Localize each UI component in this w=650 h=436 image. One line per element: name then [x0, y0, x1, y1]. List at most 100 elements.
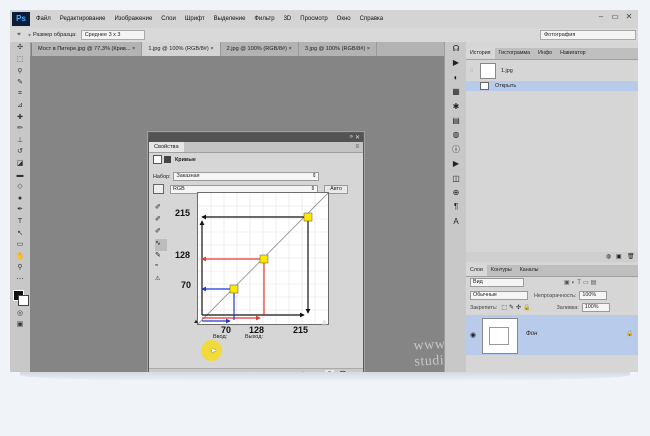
collapse-icon[interactable]: »: [350, 134, 353, 140]
dropdown-arrow-icon[interactable]: ▾: [28, 32, 31, 39]
stamp-tool-icon[interactable]: ⊥: [10, 135, 30, 147]
color-panel-icon[interactable]: ◍: [445, 128, 467, 142]
tab-close-icon[interactable]: ×: [210, 46, 213, 52]
toggle-visibility-icon[interactable]: ◎: [311, 371, 316, 372]
tab-close-icon[interactable]: ×: [289, 46, 292, 52]
type-tool-icon[interactable]: T: [10, 216, 30, 228]
opacity-field[interactable]: 100%: [579, 291, 608, 300]
gradient-tool-icon[interactable]: ▬: [10, 170, 30, 182]
eraser-tool-icon[interactable]: ◪: [10, 158, 30, 170]
trash-icon[interactable]: 🗑: [339, 371, 347, 372]
maximize-button[interactable]: ▭: [610, 12, 620, 22]
play-panel-icon[interactable]: ▶: [445, 157, 467, 171]
menu-layers[interactable]: Слои: [161, 16, 176, 22]
menu-select[interactable]: Выделение: [214, 16, 246, 22]
menu-edit[interactable]: Редактирование: [60, 16, 106, 22]
tab-history[interactable]: История: [466, 48, 495, 59]
marquee-tool-icon[interactable]: ⬚: [10, 54, 30, 66]
history-brush-icon[interactable]: ↺: [10, 146, 30, 158]
tab-bridge-photo[interactable]: Мост в Питере.jpg @ 77,3% (Крив... ×: [32, 42, 143, 56]
history-state-row[interactable]: Открыть: [466, 81, 638, 91]
panel-menu-icon[interactable]: ≡: [355, 144, 359, 150]
eye-icon[interactable]: ◉: [325, 370, 334, 372]
tab-close-icon[interactable]: ×: [132, 46, 135, 52]
hand-tool-icon[interactable]: ✋: [10, 251, 30, 263]
menu-3d[interactable]: 3D: [284, 16, 292, 22]
mask-icon[interactable]: [164, 156, 171, 163]
tab-1-jpg[interactable]: 1.jpg @ 100% (RGB/8#) ×: [142, 42, 221, 56]
new-snapshot-icon[interactable]: ◍: [606, 253, 611, 260]
tab-histogram[interactable]: Гистограмма: [495, 48, 535, 59]
menu-image[interactable]: Изображение: [114, 16, 152, 22]
screen-mode-icon[interactable]: ▣: [10, 319, 30, 331]
close-window-button[interactable]: ✕: [624, 12, 634, 22]
tab-close-icon[interactable]: ×: [367, 46, 370, 52]
eyedropper-tool-icon[interactable]: ⌖: [10, 31, 28, 39]
smooth-curve-icon[interactable]: ≈: [155, 263, 167, 275]
black-point-eyedropper-icon[interactable]: ✐: [155, 203, 167, 215]
quick-mask-icon[interactable]: ◎: [10, 308, 30, 320]
brush-tool-icon[interactable]: ✏: [10, 123, 30, 135]
layer-filter-select[interactable]: Вид: [470, 278, 524, 287]
properties-tab[interactable]: Свойства: [149, 142, 184, 152]
tab-paths[interactable]: Контуры: [487, 265, 516, 276]
more-tools-icon[interactable]: ⋯: [10, 274, 30, 288]
preset-select[interactable]: Заказная ⇕: [173, 172, 320, 181]
eyedropper-icon[interactable]: ⊿: [10, 100, 30, 112]
minimize-button[interactable]: –: [596, 12, 606, 22]
color-swatches[interactable]: [10, 288, 30, 308]
dodge-tool-icon[interactable]: ●: [10, 193, 30, 205]
tab-navigator[interactable]: Навигатор: [556, 48, 589, 59]
history-panel-icon[interactable]: ☊: [445, 42, 467, 56]
view-previous-icon[interactable]: ◉: [287, 371, 292, 372]
tab-info[interactable]: Инфо: [534, 48, 556, 59]
curve-point-128[interactable]: [259, 254, 269, 264]
adjustments-panel-icon[interactable]: ◐: [445, 71, 467, 85]
document-canvas[interactable]: » ✕ Свойства ≡ Кривые Набор: Заказная ⇕: [30, 56, 517, 372]
menu-view[interactable]: Просмотр: [300, 16, 327, 22]
path-select-tool-icon[interactable]: ↖: [10, 228, 30, 240]
panel-header[interactable]: » ✕: [149, 133, 363, 142]
reset-icon[interactable]: ↺: [299, 371, 304, 372]
curve-points-icon[interactable]: ∿: [155, 239, 167, 251]
tab-3-jpg[interactable]: 3.jpg @ 100% (RGB/8#) ×: [299, 42, 378, 56]
sample-size-select[interactable]: Среднее 3 x 3: [80, 30, 145, 40]
slider-black-icon[interactable]: ▲: [193, 319, 199, 325]
slider-white-icon[interactable]: △: [322, 319, 327, 326]
healing-tool-icon[interactable]: ✚: [10, 112, 30, 124]
background-color-swatch[interactable]: [18, 294, 29, 306]
target-adjust-icon[interactable]: [153, 184, 164, 194]
camera-icon[interactable]: ▣: [616, 253, 622, 260]
move-tool-icon[interactable]: ✣: [10, 42, 30, 54]
tab-layers[interactable]: Слои: [466, 265, 487, 276]
layer-visibility-eye-icon[interactable]: ◉: [470, 331, 476, 339]
blur-tool-icon[interactable]: ◇: [10, 181, 30, 193]
filter-icons[interactable]: ▣◐T▭▤: [564, 279, 598, 286]
crop-tool-icon[interactable]: ⌗: [10, 88, 30, 100]
brush-presets-icon[interactable]: ✱: [445, 100, 467, 114]
snapshot-brush-icon[interactable]: ◌: [470, 68, 480, 74]
curve-point-70[interactable]: [229, 284, 239, 294]
curves-graph[interactable]: [197, 192, 329, 325]
quick-select-tool-icon[interactable]: ✎: [10, 77, 30, 89]
character-panel-icon[interactable]: A: [445, 215, 467, 229]
menu-help[interactable]: Справка: [360, 16, 384, 22]
tab-channels[interactable]: Каналы: [516, 265, 543, 276]
workspace-select[interactable]: Фотография: [540, 30, 636, 40]
swatches-panel-icon[interactable]: ▤: [445, 114, 467, 128]
actions-panel-icon[interactable]: ▶: [445, 56, 467, 70]
shape-tool-icon[interactable]: ▭: [10, 239, 30, 251]
close-panel-icon[interactable]: ✕: [355, 134, 360, 141]
gray-point-eyedropper-icon[interactable]: ✐: [155, 215, 167, 227]
info-panel-icon[interactable]: ⓘ: [445, 143, 467, 157]
zoom-tool-icon[interactable]: ⚲: [10, 262, 30, 274]
clip-to-layer-icon[interactable]: ⬓: [275, 371, 281, 372]
paragraph-panel-icon[interactable]: ¶: [445, 200, 467, 214]
clipping-warning-icon[interactable]: ⚠: [155, 275, 167, 287]
layer-row-background[interactable]: ◉ Фон 🔒: [466, 315, 638, 355]
menu-type[interactable]: Шрифт: [185, 16, 205, 22]
pencil-draw-icon[interactable]: ✎: [155, 251, 167, 263]
menu-filter[interactable]: Фильтр: [254, 16, 274, 22]
white-point-eyedropper-icon[interactable]: ✐: [155, 227, 167, 239]
history-snapshot-row[interactable]: ◌ 1.jpg: [470, 62, 634, 80]
